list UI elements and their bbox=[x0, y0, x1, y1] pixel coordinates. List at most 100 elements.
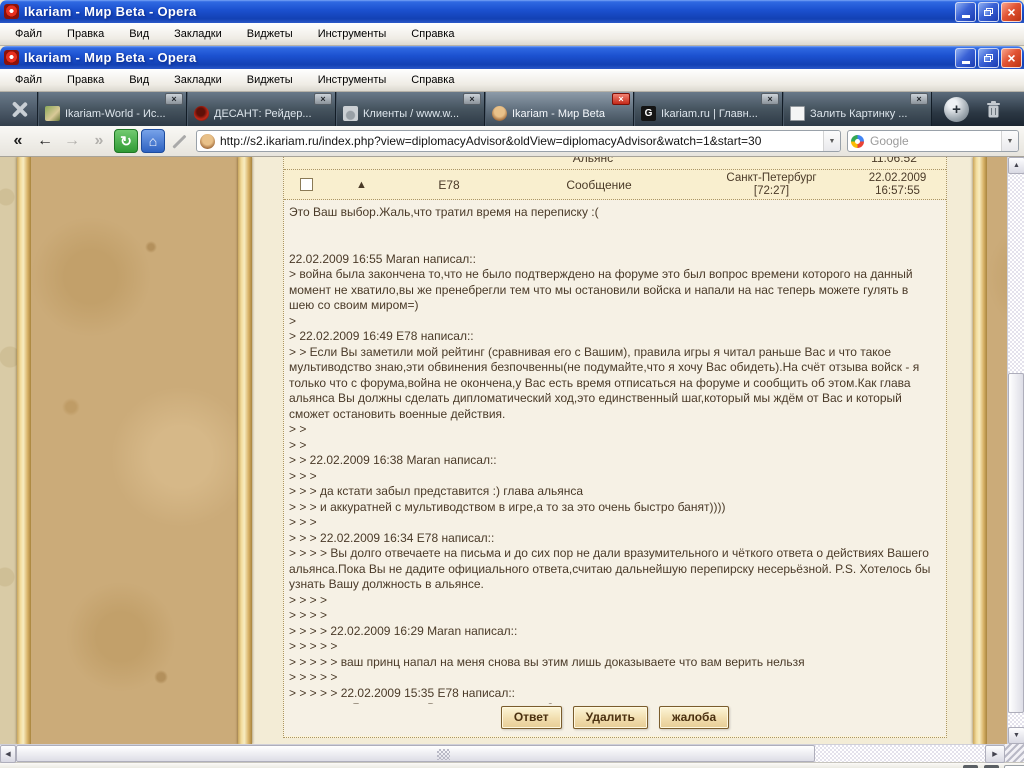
close-button[interactable]: × bbox=[1001, 1, 1022, 22]
back-button[interactable]: ← bbox=[32, 129, 58, 153]
status-bar bbox=[0, 762, 1024, 768]
vertical-scrollbar[interactable]: ▲ ▼ bbox=[1007, 157, 1024, 744]
scroll-left-button[interactable]: ◀ bbox=[0, 745, 16, 763]
search-placeholder: Google bbox=[870, 134, 909, 148]
address-bar: « ← → » ↻ ⌂ http://s2.ikariam.ru/index.p… bbox=[0, 126, 1024, 157]
url-text: http://s2.ikariam.ru/index.php?view=dipl… bbox=[220, 134, 762, 148]
tab-close-button[interactable]: × bbox=[314, 93, 332, 105]
message-actions: Ответ Удалить жалоба bbox=[284, 704, 946, 736]
thumb-grip-icon bbox=[437, 749, 450, 760]
url-dropdown-button[interactable]: ▼ bbox=[823, 131, 840, 151]
tab-bar: Ikariam-World - Ис... × ДЕСАНТ: Рейдер..… bbox=[0, 92, 1024, 126]
tab-close-button[interactable]: × bbox=[910, 93, 928, 105]
tab-desant[interactable]: ДЕСАНТ: Рейдер... × bbox=[187, 92, 336, 126]
restore-button[interactable] bbox=[978, 1, 999, 22]
reply-button[interactable]: Ответ bbox=[500, 706, 562, 729]
tab-close-button[interactable]: × bbox=[463, 93, 481, 105]
close-icon: × bbox=[1007, 3, 1016, 20]
scroll-down-button[interactable]: ▼ bbox=[1008, 727, 1024, 744]
gameforge-favicon: G bbox=[641, 106, 656, 121]
message-datetime: 22.02.2009 16:57:55 bbox=[868, 171, 927, 197]
close-button[interactable]: × bbox=[1001, 47, 1022, 68]
outer-titlebar: Ikariam - Мир Beta - Opera × bbox=[0, 0, 1024, 23]
page-favicon bbox=[790, 106, 805, 121]
ikariam-world-favicon bbox=[45, 106, 60, 121]
menu-item-widgets[interactable]: Виджеты bbox=[238, 25, 302, 43]
window-title: Ikariam - Мир Beta - Opera bbox=[24, 50, 197, 65]
opera-logo-icon bbox=[4, 50, 19, 65]
menu-item-bookmarks[interactable]: Закладки bbox=[165, 71, 231, 89]
message-city: Санкт-Петербург [72:27] bbox=[726, 171, 817, 197]
desant-favicon bbox=[194, 106, 209, 121]
message-panel: Альянс 11:06:52 ▲ E78 Сообщение Санкт-Пе… bbox=[283, 157, 947, 738]
menu-item-tools[interactable]: Инструменты bbox=[309, 25, 396, 43]
tab-ikariam-ru[interactable]: G Ikariam.ru | Главн... × bbox=[634, 92, 783, 126]
google-icon bbox=[851, 134, 864, 148]
menu-item-help[interactable]: Справка bbox=[402, 25, 463, 43]
clients-favicon bbox=[343, 106, 358, 121]
left-pillar bbox=[17, 157, 31, 744]
menu-item-edit[interactable]: Правка bbox=[58, 71, 113, 89]
menu-item-file[interactable]: Файл bbox=[6, 71, 51, 89]
left-inner-pillar bbox=[238, 157, 252, 744]
menu-item-widgets[interactable]: Виджеты bbox=[238, 71, 302, 89]
closed-tabs-trash-button[interactable] bbox=[977, 100, 1009, 119]
minimize-button[interactable] bbox=[955, 1, 976, 22]
message-row[interactable]: ▲ E78 Сообщение Санкт-Петербург [72:27] 2… bbox=[284, 170, 946, 200]
scroll-up-button[interactable]: ▲ bbox=[1008, 157, 1024, 174]
close-icon: × bbox=[1007, 49, 1016, 66]
tab-upload-image[interactable]: Залить Картинку ... × bbox=[783, 92, 932, 126]
sort-arrow-icon: ▲ bbox=[356, 178, 367, 191]
parchment-edge bbox=[0, 157, 17, 744]
tab-close-button[interactable]: × bbox=[761, 93, 779, 105]
search-input[interactable]: Google ▼ bbox=[847, 130, 1019, 152]
menu-item-file[interactable]: Файл bbox=[6, 25, 51, 43]
partial-time: 11:06:52 bbox=[871, 157, 917, 165]
parchment-right bbox=[987, 157, 1008, 744]
message-body: Это Ваш выбор.Жаль,что тратил время на п… bbox=[284, 200, 946, 704]
menu-item-view[interactable]: Вид bbox=[120, 25, 158, 43]
right-pillar bbox=[973, 157, 987, 744]
message-list-partial-row[interactable]: Альянс 11:06:52 bbox=[284, 157, 946, 170]
menu-item-tools[interactable]: Инструменты bbox=[309, 71, 396, 89]
partial-subject: Альянс bbox=[572, 157, 614, 165]
outer-menubar: Файл Правка Вид Закладки Виджеты Инструм… bbox=[0, 23, 1024, 46]
tab-close-button[interactable]: × bbox=[612, 93, 630, 105]
tab-clients[interactable]: Клиенты / www.w... × bbox=[336, 92, 485, 126]
fast-forward-button[interactable]: » bbox=[86, 129, 112, 153]
minimize-button[interactable] bbox=[955, 47, 976, 68]
trash-icon bbox=[986, 100, 1000, 117]
reload-button[interactable]: ↻ bbox=[114, 129, 138, 153]
tab-ikariam-mir-beta-active[interactable]: Ikariam - Мир Beta × bbox=[485, 92, 634, 126]
panels-toggle-button[interactable] bbox=[0, 92, 38, 126]
inner-menubar: Файл Правка Вид Закладки Виджеты Инструм… bbox=[0, 69, 1024, 92]
horizontal-scroll-thumb[interactable] bbox=[16, 745, 815, 762]
vertical-scroll-thumb[interactable] bbox=[1008, 373, 1024, 713]
forward-button[interactable]: → bbox=[59, 129, 85, 153]
url-favicon bbox=[200, 133, 215, 149]
page-content: Альянс 11:06:52 ▲ E78 Сообщение Санкт-Пе… bbox=[0, 157, 1024, 744]
scroll-right-button[interactable]: ▶ bbox=[985, 745, 1005, 763]
rewind-button[interactable]: « bbox=[5, 129, 31, 153]
menu-item-edit[interactable]: Правка bbox=[58, 25, 113, 43]
parchment-left bbox=[31, 157, 238, 744]
menu-item-view[interactable]: Вид bbox=[120, 71, 158, 89]
new-tab-button[interactable]: + bbox=[944, 96, 969, 122]
tab-close-button[interactable]: × bbox=[165, 93, 183, 105]
home-button[interactable]: ⌂ bbox=[141, 129, 165, 153]
url-input[interactable]: http://s2.ikariam.ru/index.php?view=dipl… bbox=[196, 130, 841, 152]
tab-ikariam-world[interactable]: Ikariam-World - Ис... × bbox=[38, 92, 187, 126]
message-checkbox[interactable] bbox=[300, 178, 313, 191]
search-engine-dropdown-button[interactable]: ▼ bbox=[1001, 131, 1018, 151]
menu-item-help[interactable]: Справка bbox=[402, 71, 463, 89]
restore-button[interactable] bbox=[978, 47, 999, 68]
menu-item-bookmarks[interactable]: Закладки bbox=[165, 25, 231, 43]
quick-preferences-icon[interactable] bbox=[167, 129, 191, 153]
message-sender: E78 bbox=[438, 177, 460, 192]
report-button[interactable]: жалоба bbox=[658, 706, 730, 729]
inner-titlebar: Ikariam - Мир Beta - Opera × bbox=[0, 46, 1024, 69]
delete-button[interactable]: Удалить bbox=[572, 706, 648, 729]
horizontal-scrollbar[interactable]: ◀ ▶ bbox=[0, 744, 1024, 763]
wrench-icon bbox=[8, 98, 30, 120]
resize-grip-icon[interactable] bbox=[1005, 744, 1024, 762]
